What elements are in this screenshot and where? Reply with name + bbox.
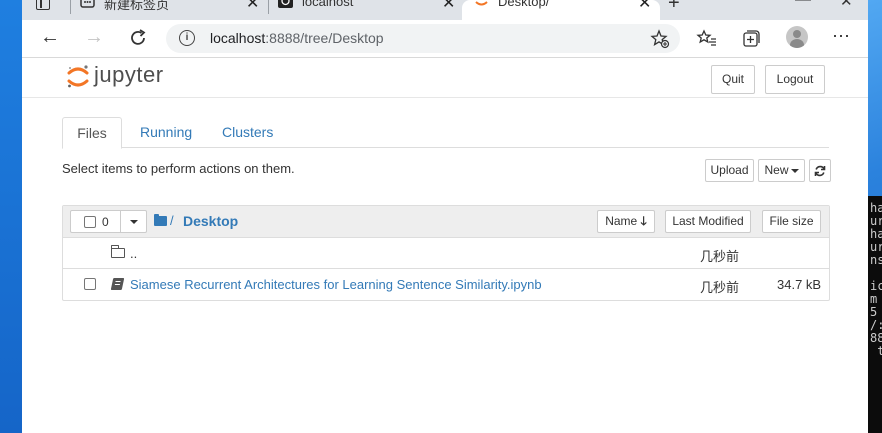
select-dropdown-icon[interactable] (130, 220, 138, 224)
new-button[interactable]: New (758, 159, 805, 182)
url-path: :8888/tree/Desktop (265, 30, 384, 46)
breadcrumb-desktop[interactable]: Desktop (183, 213, 238, 229)
jupyter-logo-text[interactable]: jupyter (94, 62, 164, 88)
tab-list: Files Running Clusters (62, 117, 829, 149)
back-icon[interactable]: ← (40, 26, 60, 49)
tab-strip: 新建标签页 ✕ localhost ✕ Desktop/ ✕ + — ✕ (22, 0, 868, 20)
reload-icon[interactable] (128, 28, 148, 48)
desktop-background-left (0, 0, 22, 433)
tab-files[interactable]: Files (62, 117, 122, 149)
terminal-text: ha ur ha ur ns ic m 5 /: 88 t (870, 201, 882, 358)
arrow-down-icon: 🡓 (640, 214, 647, 228)
file-listing: 0 / Desktop Name 🡓 Last Modified File si… (62, 205, 830, 301)
sort-last-modified-button[interactable]: Last Modified (665, 210, 751, 233)
item-name[interactable]: Siamese Recurrent Architectures for Lear… (130, 277, 542, 292)
tab-separator (70, 0, 71, 14)
tab-title: 新建标签页 (104, 0, 170, 12)
logout-button[interactable]: Logout (765, 65, 825, 94)
jupyter-favicon-icon (278, 0, 293, 8)
breadcrumb-separator: / (170, 213, 174, 228)
tab-running[interactable]: Running (140, 117, 192, 148)
sort-name-button[interactable]: Name 🡓 (597, 210, 655, 233)
folder-icon[interactable] (154, 214, 167, 226)
browser-window: 新建标签页 ✕ localhost ✕ Desktop/ ✕ + — ✕ ← → (22, 0, 868, 433)
sort-file-size-button[interactable]: File size (762, 210, 821, 233)
item-modified: 几秒前 (700, 249, 740, 264)
site-info-icon[interactable]: i (179, 30, 195, 46)
parent-folder-icon (111, 245, 125, 258)
url-text: localhost:8888/tree/Desktop (210, 30, 384, 46)
list-item[interactable]: .. 几秒前 (63, 238, 829, 269)
jupyter-logo-icon (475, 1, 488, 6)
address-bar: ← → i localhost:8888/tree/Desktop ⋯ (22, 20, 868, 58)
tab-localhost[interactable]: localhost ✕ (268, 0, 464, 20)
tab-clusters[interactable]: Clusters (222, 117, 273, 148)
tab-desktop[interactable]: Desktop/ ✕ (462, 0, 660, 20)
terminal-window[interactable]: ha ur ha ur ns ic m 5 /: 88 t (868, 196, 882, 433)
favorites-icon[interactable] (696, 28, 718, 50)
jupyter-header: jupyter Quit Logout (22, 58, 868, 98)
tab-close-icon[interactable]: ✕ (442, 0, 455, 13)
forward-icon[interactable]: → (84, 26, 104, 49)
caret-down-icon (790, 168, 799, 173)
tab-title: localhost (302, 0, 354, 9)
notebook-icon (110, 278, 125, 290)
jupyter-page: jupyter Quit Logout Files Running Cluste… (22, 58, 868, 433)
more-options-icon[interactable]: ⋯ (832, 26, 851, 47)
tab-new-tab[interactable]: 新建标签页 ✕ (70, 0, 268, 20)
tab-close-icon[interactable]: ✕ (246, 0, 259, 13)
divider (120, 211, 121, 232)
quit-button[interactable]: Quit (711, 65, 755, 94)
select-all-checkbox[interactable] (84, 216, 96, 228)
item-checkbox[interactable] (84, 278, 96, 290)
new-tab-page-icon (80, 0, 95, 8)
refresh-button[interactable] (809, 159, 831, 182)
new-tab-button[interactable]: + (668, 0, 680, 15)
item-size: 34.7 kB (777, 277, 822, 292)
sidebar-toggle-icon[interactable] (36, 0, 50, 10)
minimize-icon[interactable]: — (795, 0, 811, 9)
url-input[interactable]: i localhost:8888/tree/Desktop (166, 24, 680, 53)
item-name[interactable]: .. (130, 246, 137, 261)
refresh-icon (814, 165, 826, 177)
select-all-group[interactable]: 0 (70, 210, 147, 233)
listing-header: 0 / Desktop Name 🡓 Last Modified File si… (63, 206, 829, 238)
collections-icon[interactable] (740, 28, 762, 50)
selection-hint: Select items to perform actions on them. (62, 161, 295, 176)
tab-separator (268, 0, 269, 14)
window-close-icon[interactable]: ✕ (840, 0, 853, 10)
tab-title: Desktop/ (498, 0, 550, 9)
upload-button[interactable]: Upload (705, 159, 754, 182)
item-modified: 几秒前 (700, 280, 740, 295)
sort-name-label: Name (605, 214, 638, 228)
tab-close-icon[interactable]: ✕ (638, 0, 651, 13)
profile-avatar[interactable] (786, 26, 808, 48)
url-host: localhost (210, 30, 266, 46)
selected-count: 0 (102, 215, 109, 229)
add-favorite-icon[interactable] (650, 29, 670, 49)
new-button-label: New (764, 163, 789, 177)
list-item[interactable]: Siamese Recurrent Architectures for Lear… (63, 269, 829, 300)
jupyter-logo-icon[interactable] (66, 64, 90, 90)
